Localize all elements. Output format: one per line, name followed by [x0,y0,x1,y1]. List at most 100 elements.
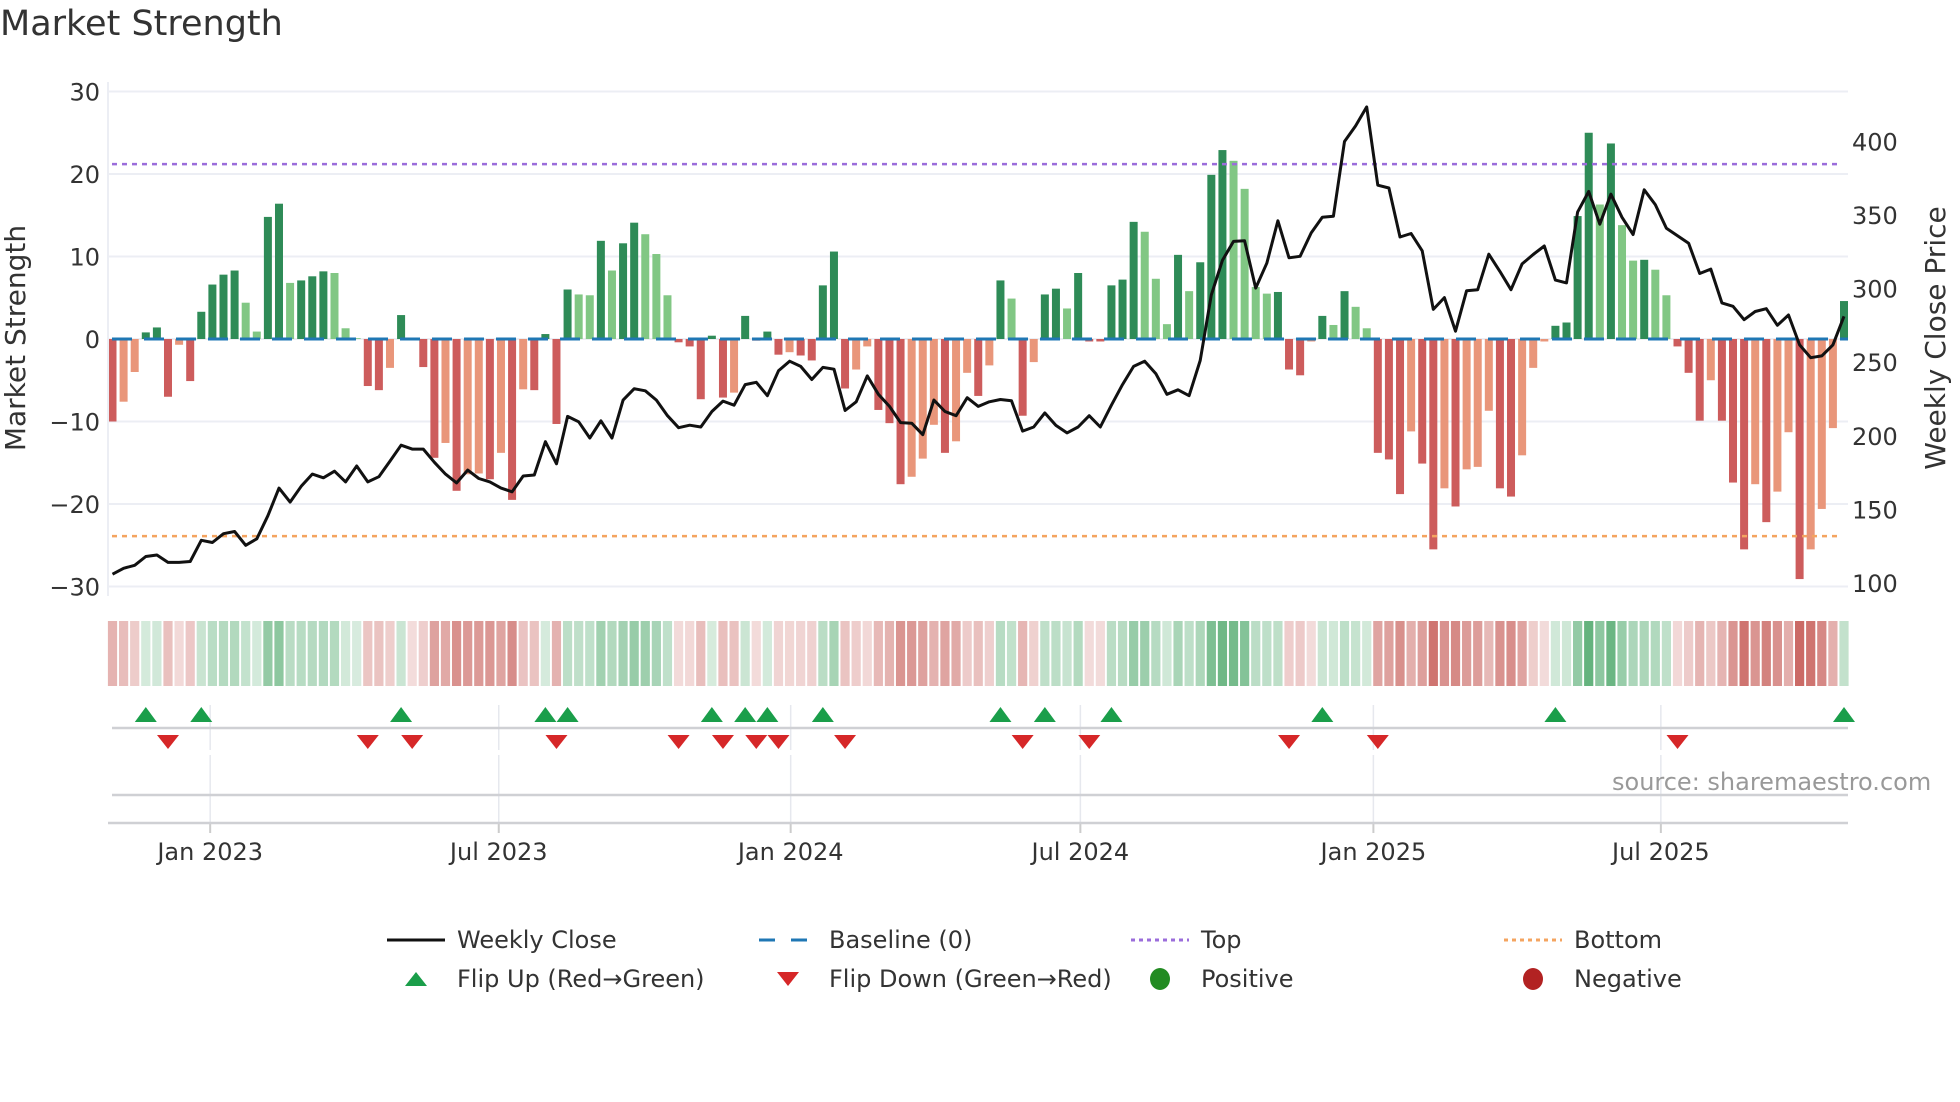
heat-cell [1661,621,1672,686]
strength-bar [707,335,716,339]
heat-cell [585,621,595,686]
legend-item-baseline-0: Baseline (0) [759,926,972,954]
strength-bar [297,280,306,339]
flip-down-marker [156,735,179,749]
strength-bar [119,339,128,402]
market-strength-chart: 3020100−10−20−30400350300250200150100Jan… [0,79,1952,867]
dotted-line-icon [1131,928,1201,952]
strength-bar [1229,160,1238,339]
strength-bar [385,339,394,368]
strength-bar [1651,269,1660,339]
heat-cell [1739,621,1749,686]
heat-cell [374,621,384,686]
strength-bar [374,339,383,391]
flip-up-marker [1311,707,1334,722]
heat-cell [207,621,217,686]
strength-bar [852,339,861,370]
circle-icon [1131,967,1201,991]
legend-label: Negative [1574,965,1682,993]
strength-bar [596,240,605,339]
heat-cell [1484,621,1494,686]
heat-cell [651,621,661,686]
flip-up-marker [1100,707,1123,722]
heat-cell [1362,621,1372,686]
heat-cell [1573,621,1583,686]
heat-cell [1495,621,1505,686]
heat-cell [1428,621,1438,686]
heat-cell [1117,621,1128,686]
strength-bar [1795,339,1804,580]
heat-cell [1650,621,1660,686]
strength-bar [1074,273,1083,339]
strength-bar [1518,339,1527,456]
heat-cell [1750,621,1760,686]
y-tick-label: −30 [49,574,100,602]
heat-cell [751,621,761,686]
heat-cell [773,621,784,686]
strength-bar [1384,339,1393,460]
heat-strip [107,621,1849,686]
heat-cell [1561,621,1572,686]
strength-bar [1129,221,1138,339]
y-axis-label: Market Strength [0,225,32,451]
circle-icon [1504,967,1574,991]
strength-bar [1684,339,1693,373]
flip-up-marker [1544,707,1567,722]
heat-cell [196,621,206,686]
strength-bar [1118,279,1127,339]
heat-cell [152,621,162,686]
strength-bar [508,339,517,500]
strength-bar [1373,339,1382,453]
flip-down-marker [401,735,424,749]
strength-bar [308,276,317,339]
strength-bar [1296,339,1305,376]
strength-bar [1218,150,1227,339]
strength-bar [1362,328,1371,339]
heat-cell [1684,621,1694,686]
heat-cell [451,621,462,686]
strength-bar [1751,339,1760,485]
heat-cell [296,621,306,686]
heat-cell [540,621,550,686]
heat-cell [629,621,639,686]
heat-cell [218,621,229,686]
heat-cell [1706,621,1716,686]
strength-bar [1251,287,1260,339]
strength-bar [1051,288,1060,339]
flip-up-marker [390,707,413,722]
strength-bar [496,339,505,453]
heat-cell [1273,621,1283,686]
heat-cell [607,621,617,686]
heat-cell [1240,621,1250,686]
strength-bar [1551,325,1560,339]
heat-cell [229,621,240,686]
strength-bar [907,339,916,477]
heat-cell [829,621,839,686]
heat-cell [252,621,262,686]
strength-bar [1240,188,1249,339]
strength-bar [1695,339,1704,421]
x-tick-label: Jan 2025 [1319,838,1427,866]
heat-cell [1029,621,1039,686]
flip-down-marker [356,735,379,749]
heat-cell [884,621,895,686]
strength-bar [1429,339,1438,550]
strength-bar [1351,306,1360,339]
x-tick-label: Jul 2024 [1030,838,1130,866]
strength-bar [108,339,117,422]
strength-bar [1540,339,1549,342]
heat-cell [1339,621,1350,686]
heat-cell [363,621,373,686]
strength-bar [1285,339,1294,370]
y2-tick-label: 150 [1852,496,1898,524]
heat-cell [807,621,817,686]
heat-cell [141,621,151,686]
strength-bar [1140,231,1149,339]
heat-cell [562,621,573,686]
flip-up-marker [734,707,757,722]
heat-cell [673,621,684,686]
strength-bar [397,315,406,339]
heat-cell [1073,621,1083,686]
y-tick-label: 0 [85,326,100,354]
heat-cell [1395,621,1405,686]
